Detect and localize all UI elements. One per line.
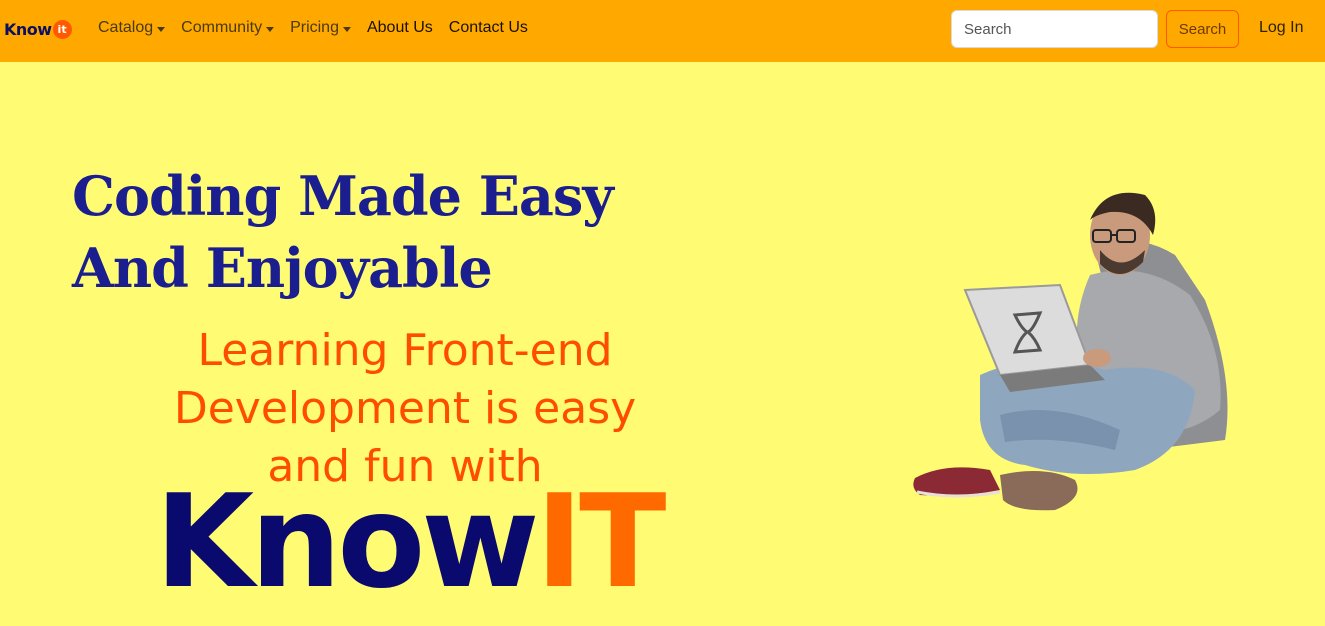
nav-item-label: Pricing xyxy=(290,19,339,36)
search-input[interactable] xyxy=(951,10,1158,48)
nav-item-catalog[interactable]: Catalog xyxy=(98,19,166,37)
nav-item-label: Contact Us xyxy=(448,19,528,36)
logo-it: IT xyxy=(535,468,667,617)
navbar: Know it Catalog Community Pricing About … xyxy=(0,0,1325,62)
nav-item-pricing[interactable]: Pricing xyxy=(290,19,351,37)
nav-item-community[interactable]: Community xyxy=(181,19,275,37)
hero-title-line: Coding Made Easy xyxy=(72,164,614,228)
caret-down-icon xyxy=(342,26,351,32)
login-link[interactable]: Log In xyxy=(1259,19,1303,37)
search-button[interactable]: Search xyxy=(1166,10,1239,48)
nav-item-label: Catalog xyxy=(98,19,154,36)
hero-subtitle-line: Learning Front-end xyxy=(197,325,613,376)
logo-know: Know xyxy=(155,468,539,617)
caret-down-icon xyxy=(157,26,166,32)
hero-title: Coding Made Easy And Enjoyable xyxy=(72,160,632,304)
hero-subtitle-line: Development is easy xyxy=(173,383,637,434)
brand-logo[interactable]: Know it xyxy=(4,17,72,41)
nav-links: Catalog Community Pricing About Us Conta… xyxy=(98,19,544,37)
nav-item-contact-us[interactable]: Contact Us xyxy=(449,19,528,37)
caret-down-icon xyxy=(266,26,275,32)
nav-item-about-us[interactable]: About Us xyxy=(367,19,433,37)
nav-item-label: Community xyxy=(181,19,263,36)
nav-item-label: About Us xyxy=(366,19,433,36)
brand-badge: it xyxy=(52,19,72,39)
knowit-logo: KnowIT xyxy=(155,478,666,608)
man-with-laptop-illustration xyxy=(913,192,1228,511)
brand-text: Know xyxy=(4,19,52,39)
hero-title-line: And Enjoyable xyxy=(72,236,493,300)
